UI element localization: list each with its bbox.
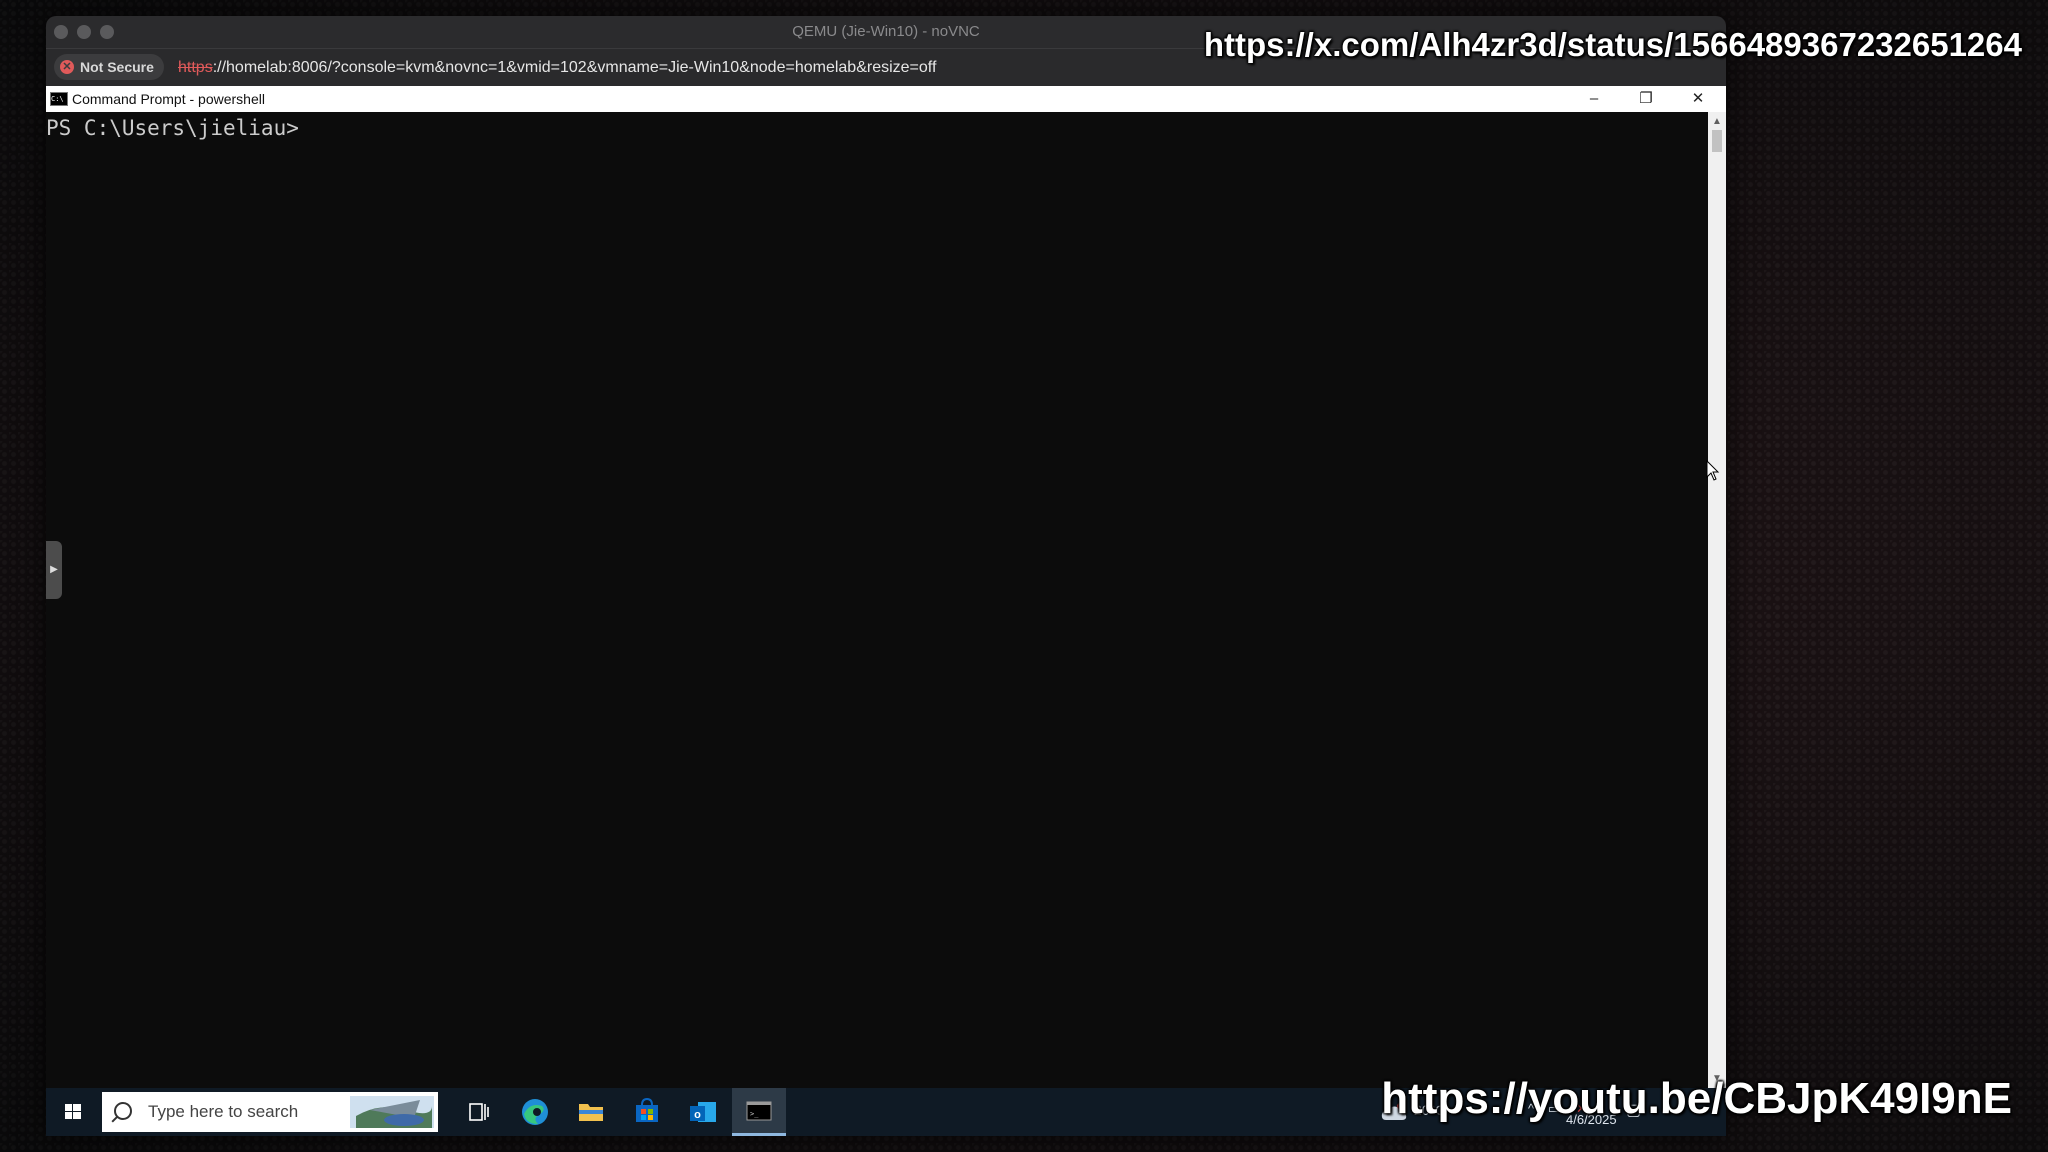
console-scrollbar[interactable]: ▲ ▼	[1708, 112, 1726, 1088]
terminal-taskbar-button[interactable]: >_	[732, 1088, 786, 1136]
taskbar-search-box[interactable]: Type here to search	[102, 1092, 438, 1132]
svg-text:>_: >_	[750, 1110, 759, 1118]
novnc-sidebar-handle[interactable]: ▶	[46, 541, 62, 599]
task-view-icon	[469, 1103, 489, 1121]
command-prompt-icon: >_	[746, 1101, 772, 1121]
url-path: ://homelab:8006/?console=kvm&novnc=1&vmi…	[212, 59, 937, 76]
url-field[interactable]: https://homelab:8006/?console=kvm&novnc=…	[178, 49, 936, 87]
svg-text:o: o	[694, 1109, 701, 1121]
browser-window: QEMU (Jie-Win10) - noVNC ✕ Not Secure ht…	[46, 16, 1726, 1136]
console-prompt: PS C:\Users\jieliau>	[46, 116, 299, 140]
cmd-window-title: Command Prompt - powershell	[72, 91, 265, 107]
youtube-link-watermark: https://youtu.be/CBJpK49I9nE	[1381, 1074, 2012, 1123]
mouse-pointer-icon	[1706, 460, 1720, 481]
security-label: Not Secure	[80, 59, 154, 75]
minimize-button[interactable]: –	[1568, 86, 1620, 112]
start-button[interactable]	[46, 1088, 100, 1136]
not-secure-icon: ✕	[60, 60, 74, 74]
cmd-titlebar: C:\ Command Prompt - powershell – ❐ ✕	[46, 86, 1726, 112]
cmd-app-icon: C:\	[50, 92, 68, 106]
outlook-taskbar-button[interactable]: o	[676, 1088, 730, 1136]
file-explorer-taskbar-button[interactable]	[564, 1088, 618, 1136]
task-view-button[interactable]	[452, 1088, 506, 1136]
search-highlight-art-icon	[350, 1096, 434, 1128]
twitter-link-watermark: https://x.com/Alh4zr3d/status/1566489367…	[1203, 26, 2022, 63]
windows-logo-icon	[65, 1104, 81, 1119]
close-button[interactable]: ✕	[1672, 86, 1724, 112]
store-taskbar-button[interactable]	[620, 1088, 674, 1136]
security-indicator[interactable]: ✕ Not Secure	[54, 54, 164, 80]
edge-taskbar-button[interactable]	[508, 1088, 562, 1136]
vm-screen[interactable]: C:\ Command Prompt - powershell – ❐ ✕ PS…	[46, 86, 1726, 1136]
scroll-thumb[interactable]	[1712, 130, 1722, 152]
file-explorer-folder-icon	[579, 1104, 603, 1121]
url-scheme: https	[178, 59, 213, 76]
edge-browser-icon	[522, 1099, 548, 1125]
restore-button[interactable]: ❐	[1620, 86, 1672, 112]
scroll-up-arrow-icon[interactable]: ▲	[1708, 112, 1726, 130]
search-icon	[114, 1102, 132, 1120]
microsoft-store-icon	[636, 1097, 658, 1122]
powershell-console[interactable]: PS C:\Users\jieliau>	[46, 112, 1708, 1088]
search-placeholder: Type here to search	[148, 1102, 299, 1121]
outlook-mail-icon: o	[690, 1102, 716, 1122]
